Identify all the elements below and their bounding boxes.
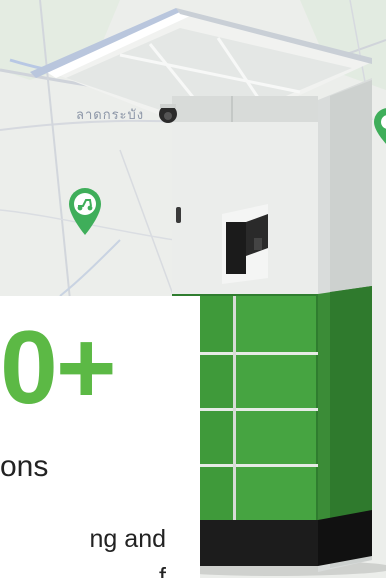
stat-description: ng and f xyxy=(0,520,166,578)
stat-description-line-2: f xyxy=(159,563,166,578)
stat-subtitle: ons xyxy=(0,450,49,483)
locker-promo-panel: ลาดกระบัง ก xyxy=(0,0,386,578)
stat-count: 0+ xyxy=(0,310,117,426)
stat-description-line-1: ng and xyxy=(89,525,166,553)
security-camera-icon xyxy=(159,104,177,123)
